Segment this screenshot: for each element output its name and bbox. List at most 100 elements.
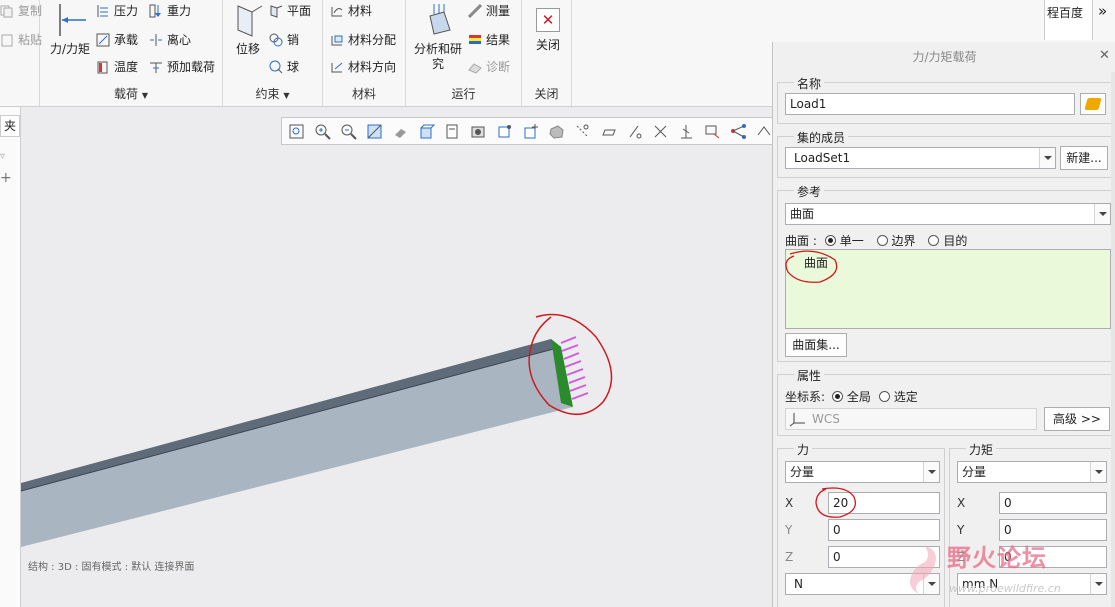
left-strip-tab[interactable]: 夹 <box>0 115 20 137</box>
material-label: 材料 <box>348 4 373 18</box>
chevron-down-icon <box>923 462 939 482</box>
measure-button[interactable]: 测量 <box>467 2 510 19</box>
displacement-button[interactable]: 位移 <box>227 2 269 57</box>
gravity-label: 重力 <box>167 4 192 18</box>
loads-group-label[interactable]: 载荷 ▼ <box>40 85 222 102</box>
moment-mode-value: 分量 <box>962 465 987 479</box>
bearing-button[interactable]: 承载 <box>96 31 138 48</box>
material-assignment-button[interactable]: 材料分配 <box>330 31 396 48</box>
reference-type-select[interactable]: 曲面 <box>785 203 1111 225</box>
close-icon: ✕ <box>536 8 560 32</box>
dialog-close-icon[interactable]: ✕ <box>1099 49 1111 62</box>
force-x-label: X <box>785 496 794 510</box>
copy-icon <box>0 4 15 18</box>
material-button[interactable]: 材料 <box>330 2 372 19</box>
force-moment-icon <box>59 4 86 36</box>
graphics-canvas[interactable]: 结构 : 3D : 固有模式 : 默认 连接界面 <box>21 107 772 607</box>
perspective-icon[interactable] <box>496 123 513 140</box>
copy-button[interactable]: 复制 <box>0 2 42 19</box>
axis-display-icon[interactable] <box>600 123 617 140</box>
preload-button[interactable]: 预加载荷 <box>149 58 215 75</box>
force-mode-select[interactable]: 分量 <box>785 461 940 483</box>
force-label: 力 <box>794 441 813 458</box>
radio-global[interactable]: 全局 <box>831 390 871 404</box>
browser-tab-title: 程百度 <box>1047 6 1084 20</box>
moment-y-label: Y <box>957 523 965 537</box>
saved-views-icon[interactable] <box>444 123 461 140</box>
diagnostics-button[interactable]: 诊断 <box>468 58 510 75</box>
pin-button[interactable]: 销 <box>269 31 299 48</box>
csys-display-icon[interactable] <box>652 123 669 140</box>
diagnostics-label: 诊断 <box>486 60 511 74</box>
advanced-button[interactable]: 高级 >> <box>1044 407 1110 431</box>
material-assignment-label: 材料分配 <box>348 33 397 47</box>
analysis-study-icon <box>429 4 451 35</box>
centrifugal-button[interactable]: 离心 <box>149 31 191 48</box>
load-name-input[interactable]: Load1 <box>785 93 1075 115</box>
radio-intent[interactable]: 目的 <box>928 234 967 248</box>
zoom-in-icon[interactable] <box>314 123 331 140</box>
force-unit-value: N <box>794 577 803 591</box>
dialog-title: 力/力矩载荷 <box>912 50 977 64</box>
datum-display-icon[interactable] <box>522 123 539 140</box>
load-set-select[interactable]: LoadSet1 <box>785 147 1056 169</box>
force-moment-button[interactable]: 力/力矩 <box>44 2 96 57</box>
surface-set-button[interactable]: 曲面集... <box>785 333 847 357</box>
radio-single-indicator <box>824 235 836 246</box>
csys-icon <box>789 413 805 427</box>
preload-label: 预加载荷 <box>167 60 216 74</box>
temperature-button[interactable]: 温度 <box>96 58 138 75</box>
clipboard-group: 复制 粘贴 <box>0 0 42 106</box>
ball-button[interactable]: 球 <box>269 58 299 75</box>
close-button[interactable]: ✕ 关闭 <box>528 8 568 53</box>
load-color-button[interactable] <box>1080 93 1106 115</box>
new-set-button[interactable]: 新建... <box>1060 146 1108 170</box>
pressure-button[interactable]: 压力 <box>96 2 138 19</box>
dialog-scrollbar[interactable] <box>1111 72 1115 607</box>
model-status-text: 结构 : 3D : 固有模式 : 默认 连接界面 <box>28 562 195 573</box>
properties-label: 属性 <box>794 367 825 384</box>
moment-mode-select[interactable]: 分量 <box>957 461 1107 483</box>
zoom-out-icon[interactable] <box>340 123 357 140</box>
radio-boundary[interactable]: 边界 <box>876 234 916 248</box>
forum-watermark: 野火论坛 www.proewildfire.cn <box>905 538 1113 604</box>
connections-icon[interactable] <box>730 123 747 140</box>
watermark-url: www.proewildfire.cn <box>949 582 1061 595</box>
plane-display-icon[interactable] <box>574 123 591 140</box>
annotation-ellipse-x <box>815 487 857 518</box>
expand-more-button[interactable]: » <box>1098 2 1107 20</box>
coord-system-field[interactable]: WCS <box>785 408 1037 430</box>
analysis-study-button[interactable]: 分析和研 究 <box>408 2 468 72</box>
gravity-icon <box>149 4 164 18</box>
surface-collector[interactable]: 曲面 <box>785 249 1111 329</box>
repaint-icon[interactable] <box>366 123 383 140</box>
shade-icon[interactable] <box>548 123 565 140</box>
material-orientation-button[interactable]: 材料方向 <box>330 58 396 75</box>
refit-icon[interactable] <box>288 123 305 140</box>
radio-single[interactable]: 单一 <box>824 234 864 248</box>
constraints-group-label[interactable]: 约束 ▼ <box>223 85 322 102</box>
point-display-icon[interactable] <box>626 123 643 140</box>
reference-label: 参考 <box>794 183 825 200</box>
pin-label: 销 <box>287 33 300 47</box>
paste-button[interactable]: 粘贴 <box>0 31 42 48</box>
displacement-label: 位移 <box>235 42 260 56</box>
gravity-button[interactable]: 重力 <box>149 2 191 19</box>
load-display-icon[interactable] <box>756 123 772 140</box>
set-members-label: 集的成员 <box>794 129 849 146</box>
view-manager-icon[interactable] <box>470 123 487 140</box>
filter-icon[interactable]: ▿ <box>0 151 16 163</box>
radio-selected[interactable]: 选定 <box>878 390 918 404</box>
run-group: 分析和研 究 测量 结果 诊断 运行 <box>406 0 522 106</box>
spin-center-icon[interactable] <box>392 123 409 140</box>
spin-center-display-icon[interactable] <box>678 123 695 140</box>
annotation-display-icon[interactable] <box>704 123 721 140</box>
plane-button[interactable]: 平面 <box>269 2 311 19</box>
browser-tab[interactable]: 程百度 <box>1044 0 1093 40</box>
moment-x-input[interactable]: 0 <box>999 492 1107 514</box>
material-assignment-icon <box>330 33 345 47</box>
surface-label: 曲面 : <box>785 234 817 248</box>
add-icon[interactable]: + <box>0 171 12 185</box>
results-button[interactable]: 结果 <box>468 31 510 48</box>
display-style-icon[interactable] <box>418 123 436 140</box>
